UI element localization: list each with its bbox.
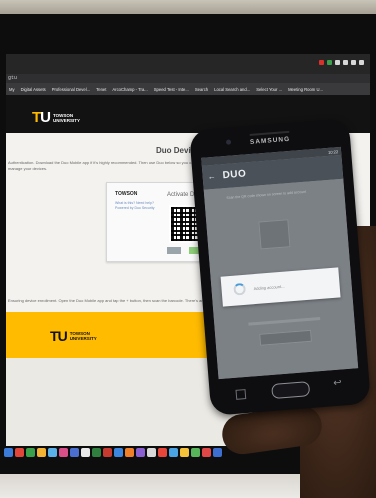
nav-back-icon[interactable]: ↩ [333,378,342,390]
back-button[interactable] [167,247,181,254]
status-icon [351,60,356,65]
os-menu-bar [6,54,370,74]
dock-app-icon[interactable] [103,447,112,457]
dock-app-icon[interactable] [180,447,189,457]
bookmark-item[interactable]: Speed Test - Inte... [154,87,189,92]
status-icon [327,60,332,65]
menu-bar-icons [319,60,364,65]
dock-app-icon[interactable] [147,447,156,457]
dock-app-icon[interactable] [158,447,167,457]
back-arrow-icon[interactable]: ← [207,172,216,182]
dock-app-icon[interactable] [92,447,101,457]
dock-app-icon[interactable] [59,447,68,457]
dock-app-icon[interactable] [81,447,90,457]
dock-app-icon[interactable] [169,447,178,457]
home-button[interactable] [271,381,311,400]
bookmark-item[interactable]: Local Search and... [214,87,250,92]
bookmark-item[interactable]: Professional Devel... [52,87,90,92]
dock-app-icon[interactable] [202,447,211,457]
address-bar-text[interactable]: gtu [8,75,17,81]
dock-app-icon[interactable] [213,447,222,457]
phone-screen: 10:22 ← DUO Scan the QR code shown on sc… [201,146,359,380]
bookmark-item[interactable]: Digital Assets [21,87,46,92]
camera-preview [258,219,291,250]
status-icon [319,60,324,65]
bookmark-item[interactable]: Tenet [96,87,106,92]
bookmarks-bar: My Digital Assets Professional Devel... … [6,83,370,95]
footer-tu-wordmark: TOWSON UNIVERSITY [69,331,97,341]
progress-message: Adding account... [253,283,285,292]
dock-app-icon[interactable] [48,447,57,457]
status-icon [335,60,340,65]
dock-app-icon[interactable] [15,447,24,457]
tu-logo-mark: TU [32,109,51,126]
scan-hint-text: Scan the QR code shown on screen to add … [226,189,307,200]
dock-app-icon[interactable] [37,447,46,457]
status-icon [359,60,364,65]
card-help-links[interactable]: What is this? Need help? Powered by Duo … [115,201,155,211]
bookmark-item[interactable]: Search [195,87,208,92]
bookmark-item[interactable]: Select Your ... [256,87,282,92]
browser-tab-row: gtu [6,74,370,83]
card-logo: TOWSON [115,191,138,197]
dimmed-button[interactable] [259,329,312,346]
dock-app-icon[interactable] [114,447,123,457]
footer-towson-logo[interactable]: TU TOWSON UNIVERSITY [50,328,97,344]
phone-speaker [249,130,290,136]
towson-logo[interactable]: TU TOWSON UNIVERSITY [32,109,80,126]
dimmed-text-line [248,317,321,326]
recent-apps-icon[interactable] [235,389,247,400]
photo: gtu My Digital Assets Professional Devel… [0,0,376,498]
dock-app-icon[interactable] [26,447,35,457]
dock-app-icon[interactable] [70,447,79,457]
samsung-phone: SAMSUNG 10:22 ← DUO Scan the QR code sho… [189,118,371,416]
dock-app-icon[interactable] [125,447,134,457]
bookmark-item[interactable]: My [9,87,15,92]
loading-spinner-icon [233,282,247,296]
bookmark-item[interactable]: Meeting Room U... [288,87,323,92]
dock-app-icon[interactable] [4,447,13,457]
duo-logo: DUO [222,168,247,182]
status-icon [343,60,348,65]
bookmark-item[interactable]: ArcoChamp - Tra... [112,87,147,92]
footer-tu-mark: TU [50,328,68,344]
tu-logo-wordmark: TOWSON UNIVERSITY [53,112,81,123]
dock-app-icon[interactable] [191,447,200,457]
dock-app-icon[interactable] [136,447,145,457]
page-intro-text: Authentication. Download the Duo Mobile … [8,160,196,171]
status-time: 10:22 [327,149,339,155]
duo-app-body: Scan the QR code shown on screen to add … [203,178,359,380]
progress-dialog: Adding account... [220,267,341,307]
